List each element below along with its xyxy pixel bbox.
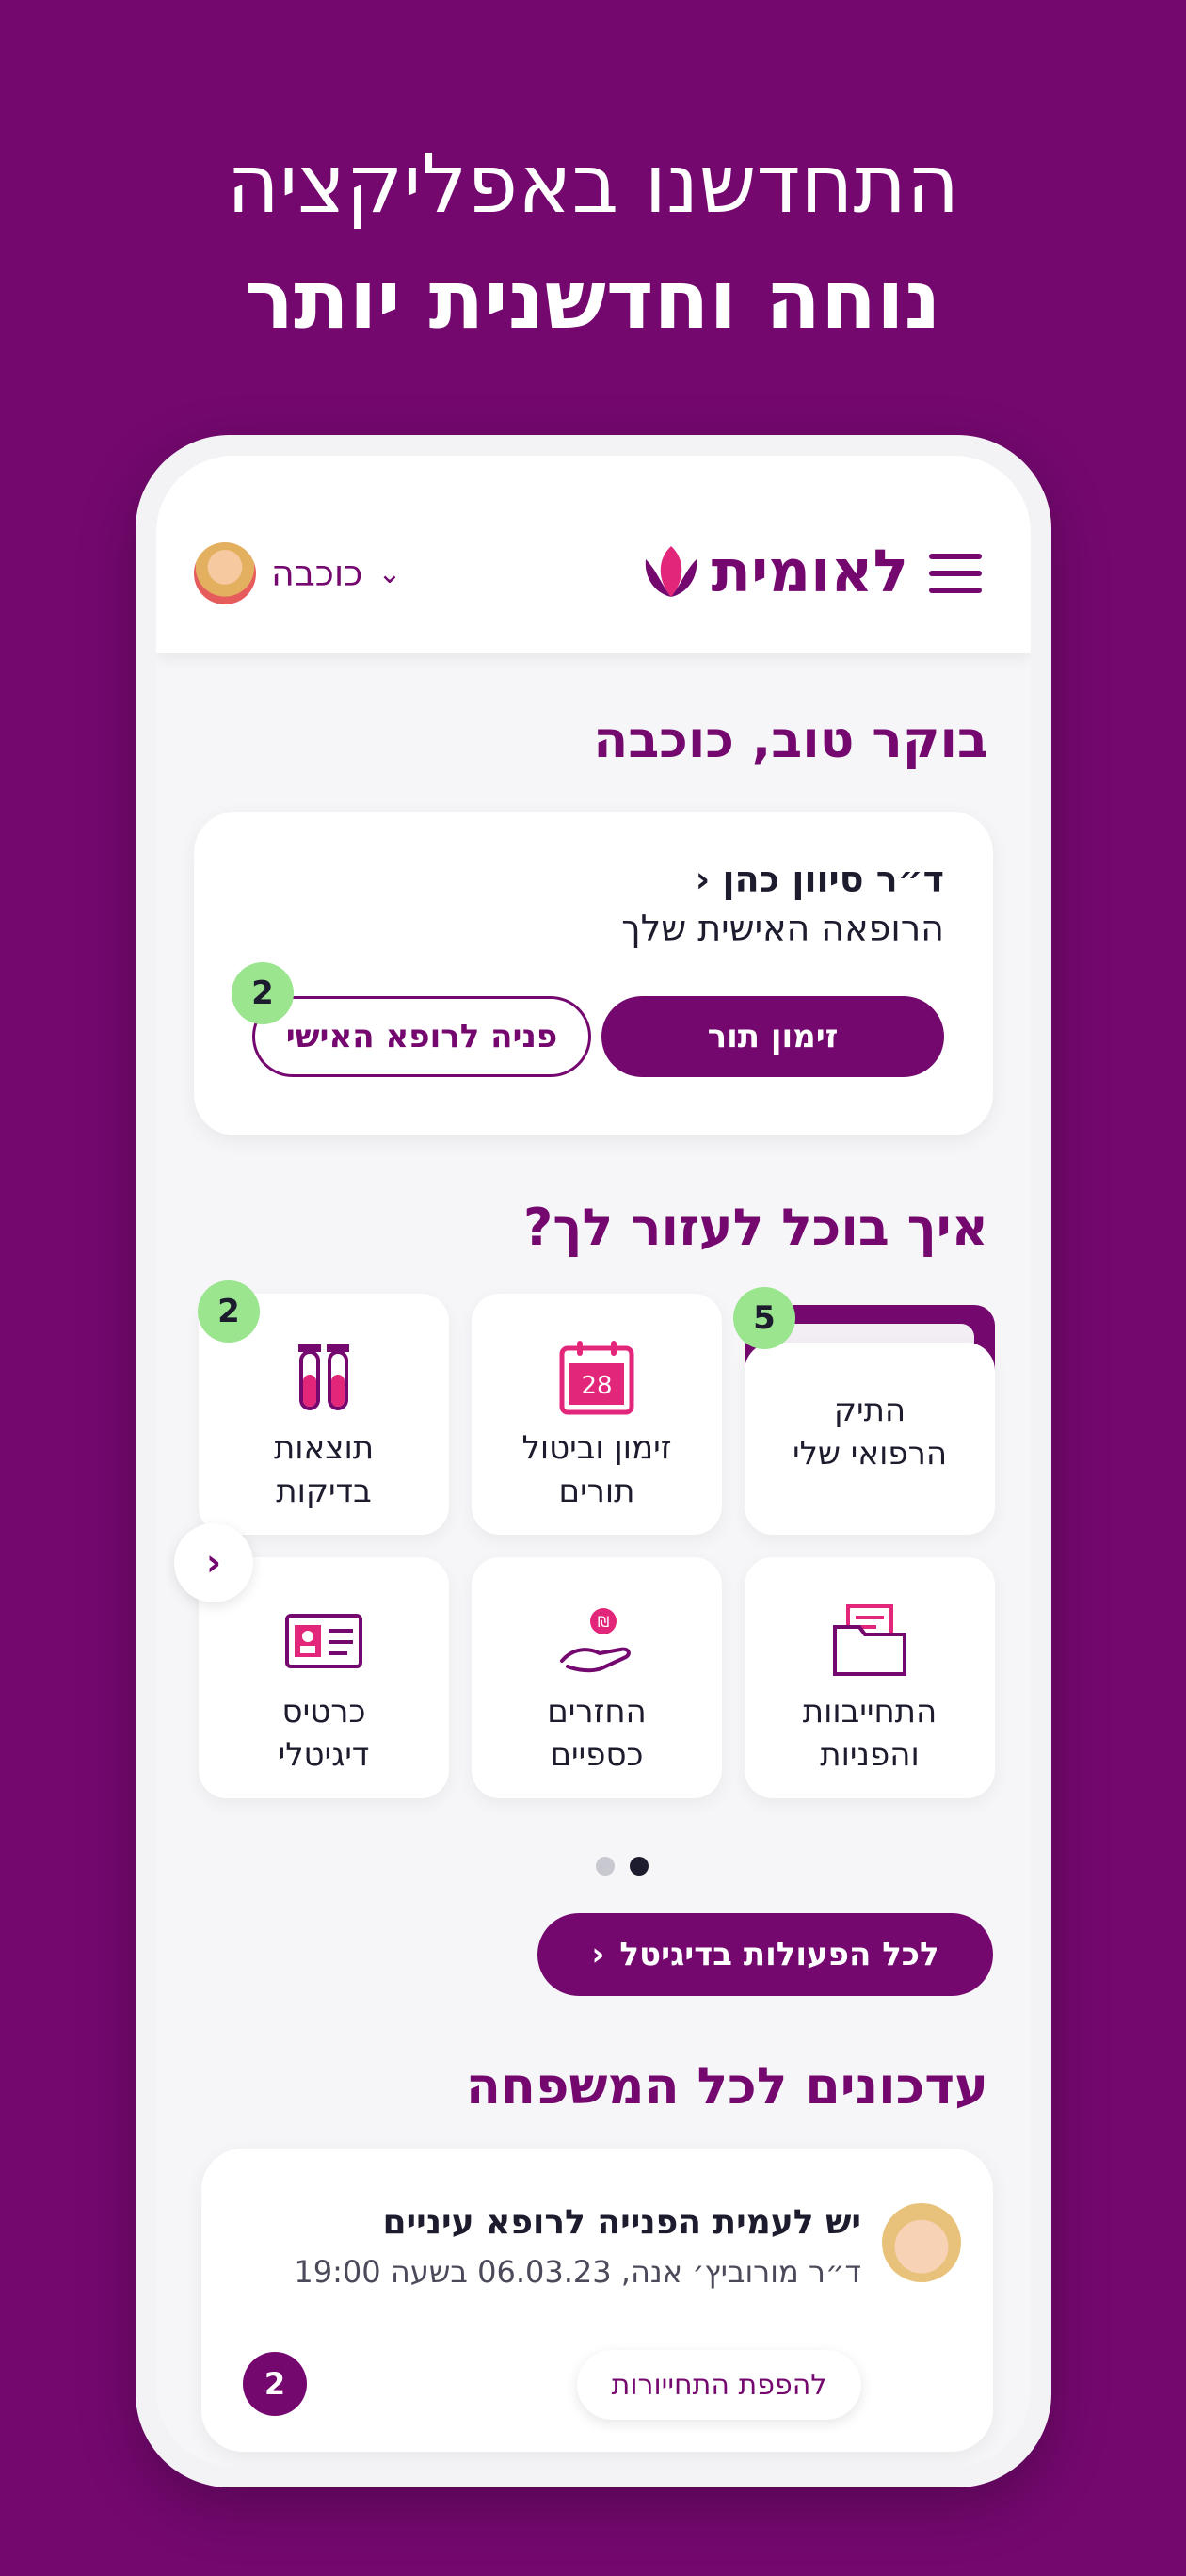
contact-count-badge: 2 <box>232 962 294 1024</box>
all-digital-actions-button[interactable]: לכל הפעולות בדיגיטל ‹ <box>537 1913 993 1996</box>
app-screen: לאומית כוכבה ⌄ בוקר טוב, כוכבה ד״ר סיוון… <box>156 456 1031 2467</box>
tile-label-line-1: תוצאות <box>273 1429 375 1467</box>
tile-label-line-1: התיק <box>833 1392 906 1429</box>
update-card: יש לעמית הפנייה לרופא עיניים ד״ר מורוביץ… <box>201 2149 993 2452</box>
test-results-badge: 2 <box>198 1280 260 1343</box>
update-action-button[interactable]: להפפת התחייורות <box>577 2350 861 2420</box>
contact-doctor-button[interactable]: פניה לרופא האישי <box>252 996 591 1077</box>
currency-symbol: ₪ <box>598 1613 610 1631</box>
headline-line-2: נוחה וחדשנית יותר <box>245 253 941 348</box>
menu-icon[interactable] <box>929 554 982 593</box>
tile-commitments[interactable]: התחייבוות והפניות <box>745 1557 995 1798</box>
chevron-left-icon: ‹ <box>591 1936 605 1973</box>
headline-line-1: התחדשנו באפליקציה <box>226 137 960 232</box>
carousel-dot-active[interactable] <box>630 1857 649 1876</box>
tile-label-line-2: בדיקות <box>276 1472 372 1510</box>
user-name: כוכבה <box>271 553 363 594</box>
documents-icon <box>833 1604 906 1676</box>
calendar-day: 28 <box>581 1372 612 1400</box>
tile-label-line-1: זימון וביטול <box>521 1429 672 1467</box>
tile-medical-file[interactable]: התיק הרפואי שלי <box>745 1343 995 1535</box>
tile-label-line-2: והפניות <box>820 1735 920 1774</box>
tile-label-line-1: החזרים <box>547 1693 647 1731</box>
carousel-dot[interactable] <box>596 1857 615 1876</box>
tile-label-line-2: תורים <box>558 1472 635 1510</box>
avatar <box>194 542 256 604</box>
help-section-title: איך בוכל לעזור לך? <box>522 1198 988 1257</box>
avatar <box>882 2203 961 2282</box>
lotus-logo-icon <box>645 545 697 597</box>
carousel-prev-arrow-icon[interactable]: ‹ <box>174 1523 253 1602</box>
promo-headline: התחדשנו באפליקציה נוחה וחדשנית יותר <box>0 137 1186 349</box>
doctor-subtitle: הרופאה האישית שלך <box>621 908 944 949</box>
tile-refunds[interactable]: ₪ החזרים כספיים <box>472 1557 722 1798</box>
test-tubes-icon <box>298 1344 349 1410</box>
app-header: לאומית כוכבה ⌄ <box>156 456 1031 653</box>
user-switcher[interactable]: כוכבה ⌄ <box>194 542 401 604</box>
doctor-name: ד״ר סיוון כהן <box>722 859 944 900</box>
tile-appointments[interactable]: 28 זימון וביטול תורים <box>472 1294 722 1535</box>
all-actions-label: לכל הפעולות בדיגיטל <box>619 1936 939 1973</box>
chevron-left-icon: ‹ <box>695 859 711 900</box>
update-count-badge: 2 <box>243 2352 307 2416</box>
tile-label-line-2: דיגיטלי <box>278 1735 370 1774</box>
refund-hand-icon: ₪ <box>560 1608 631 1673</box>
personal-doctor-card: ד״ר סיוון כהן ‹ הרופאה האישית שלך זימון … <box>194 812 993 1135</box>
tile-label-line-2: כספיים <box>550 1735 644 1774</box>
phone-frame: לאומית כוכבה ⌄ בוקר טוב, כוכבה ד״ר סיוון… <box>136 435 1051 2487</box>
doctor-name-link[interactable]: ד״ר סיוון כהן ‹ <box>696 859 944 900</box>
tile-label-line-2: הרפואי שלי <box>792 1434 948 1473</box>
family-updates-title: עדכונים לכל המשפחה <box>465 2056 988 2116</box>
calendar-icon: 28 <box>559 1341 634 1415</box>
update-subtitle: ד״ר מורוביץ׳ אנה, 06.03.23 בשעה 19:00 <box>294 2254 861 2290</box>
tile-label-line-1: כרטיס <box>281 1693 366 1731</box>
medical-file-badge: 5 <box>733 1287 795 1349</box>
logo-text: לאומית <box>711 537 908 605</box>
book-appointment-button[interactable]: זימון תור <box>601 996 944 1077</box>
id-card-icon <box>285 1614 362 1668</box>
update-title: יש לעמית הפנייה לרופא עיניים <box>382 2203 861 2242</box>
greeting-title: בוקר טוב, כוכבה <box>593 710 988 769</box>
chevron-down-icon: ⌄ <box>377 556 402 590</box>
brand-logo: לאומית <box>640 537 908 605</box>
tile-label-line-1: התחייבוות <box>802 1693 938 1731</box>
